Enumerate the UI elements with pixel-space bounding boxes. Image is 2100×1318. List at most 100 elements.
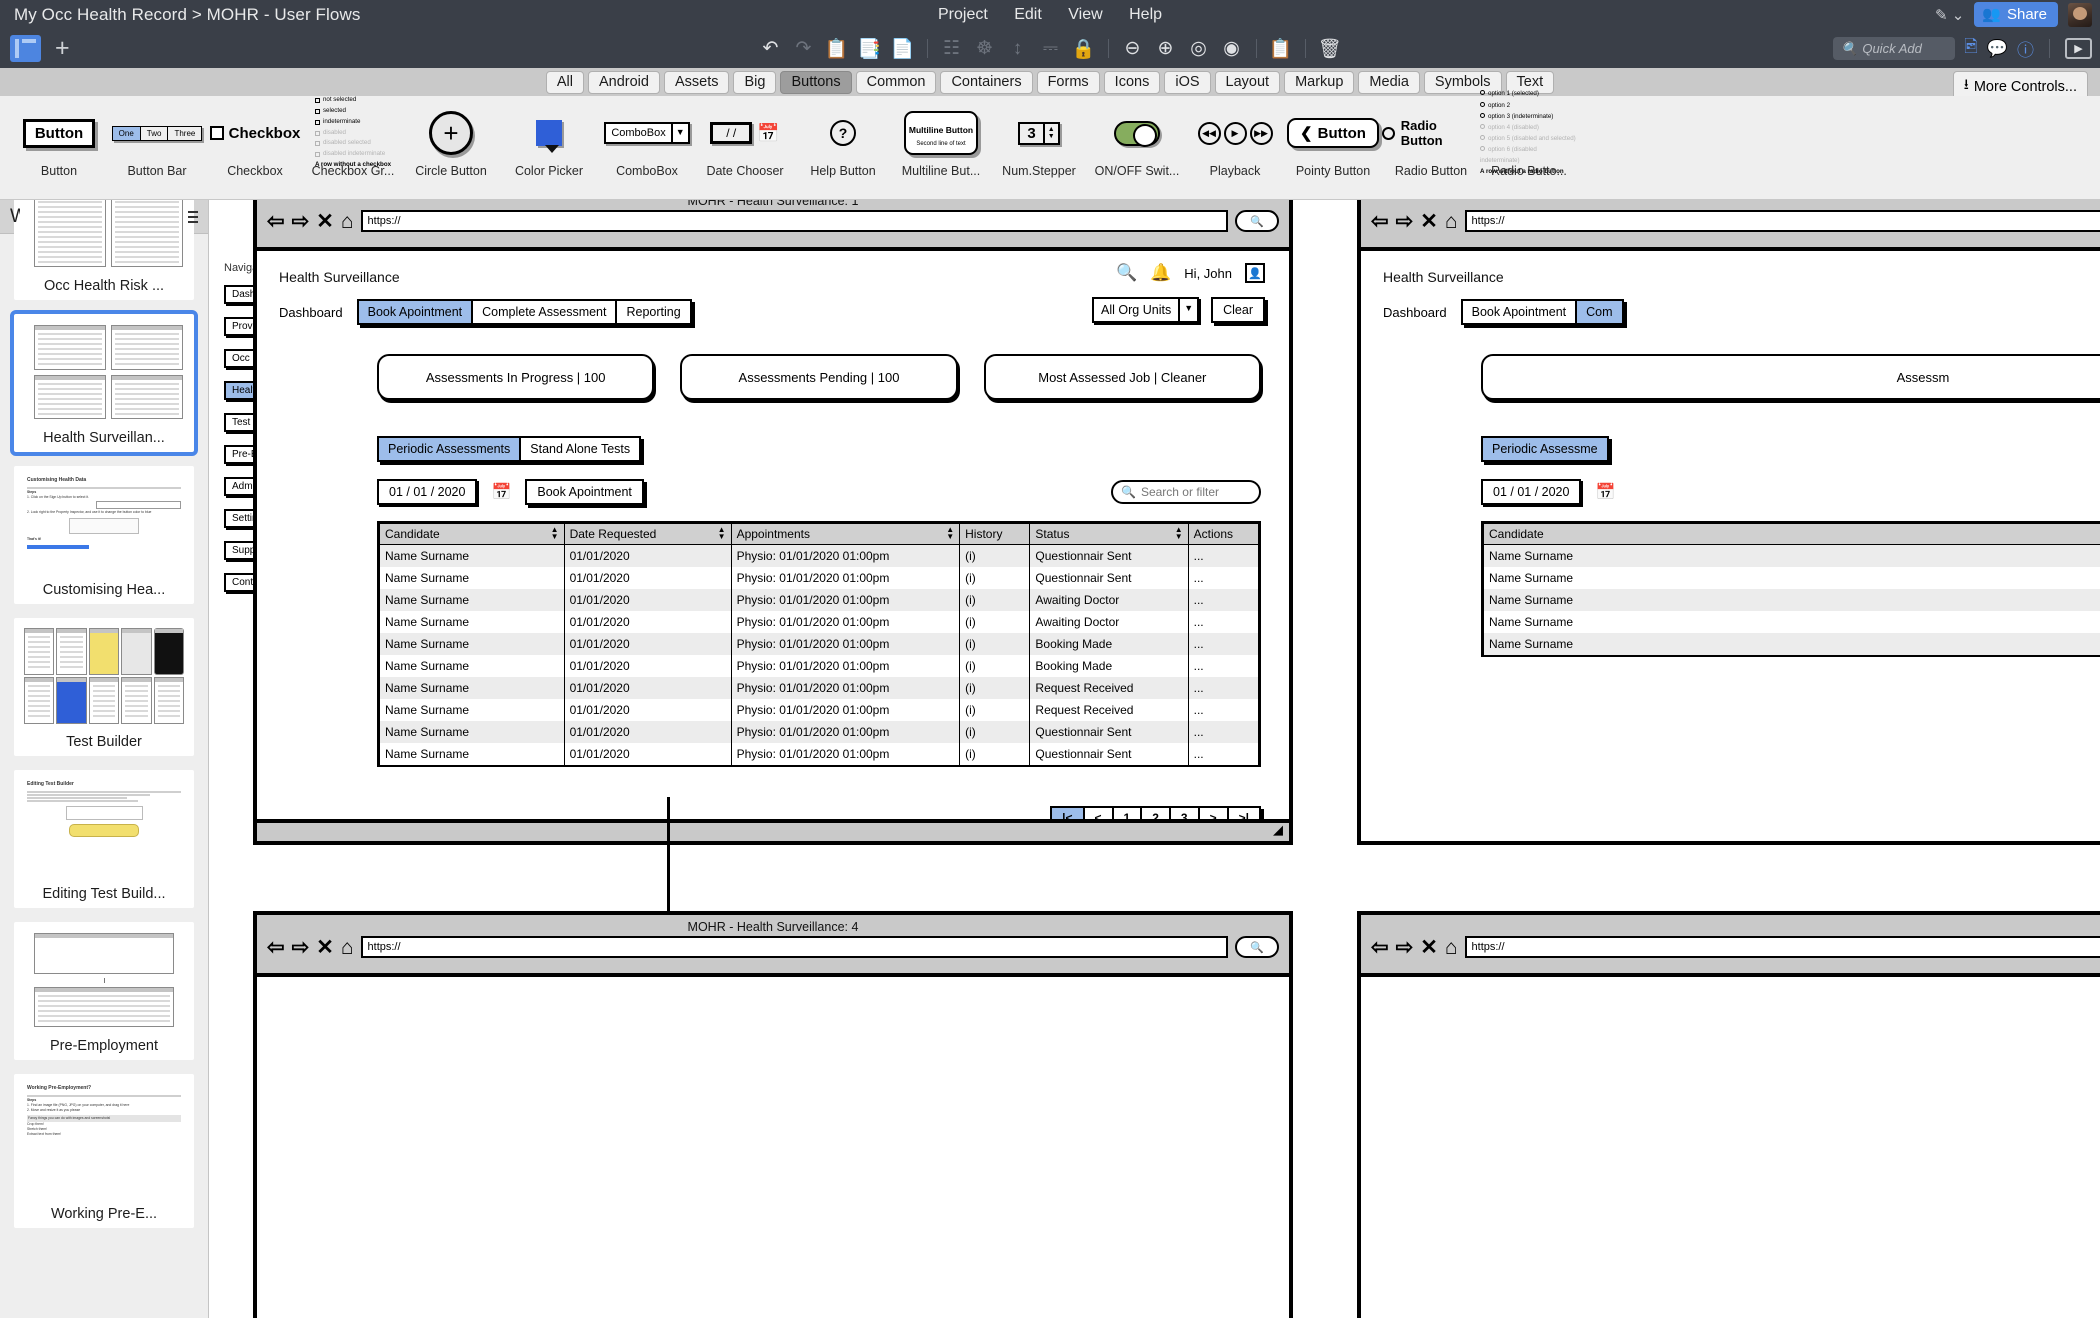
org-unit-select[interactable]: All Org Units ▼ xyxy=(1092,297,1200,323)
table-row[interactable]: Name Surname 01/01/2020 Physio: 01/01/2020… xyxy=(379,589,1260,611)
cell-history[interactable]: (i) xyxy=(959,677,1031,699)
cell-actions[interactable]: ... xyxy=(1187,633,1260,655)
table-row[interactable]: Name Surname 01/01/2020 Physio: 01/01/2020… xyxy=(379,721,1260,743)
table-row[interactable]: Name Surname 01/01/2020 Physio: 01/01/2020… xyxy=(379,567,1260,589)
design-canvas[interactable]: Navigation Dashboard Provider Management… xyxy=(209,200,2100,1318)
tab-reporting[interactable]: Reporting xyxy=(617,301,689,323)
menu-help[interactable]: Help xyxy=(1129,6,1162,23)
cat-tab-android[interactable]: Android xyxy=(587,70,660,94)
palette-item-radio-button[interactable]: Radio Button Radio Button xyxy=(1382,96,1480,196)
table-row[interactable]: Name Surname xyxy=(1483,544,2100,567)
group-icon[interactable]: ☷ xyxy=(937,34,967,64)
col-date-requested[interactable]: Date Requested ▲ ▼ xyxy=(563,523,732,545)
close-icon[interactable]: ✕ xyxy=(1420,937,1438,958)
appointments-table[interactable]: Candidate Name Surname Name Surname Name… xyxy=(1481,521,2100,657)
cell-actions[interactable]: ... xyxy=(1187,743,1260,765)
col-history[interactable]: History xyxy=(959,523,1031,545)
stat-card-most-assessed[interactable]: Most Assessed Job | Cleaner xyxy=(983,354,1261,400)
forward-icon[interactable]: ⇨ xyxy=(1396,211,1414,232)
col-candidate[interactable]: Candidate ▲ ▼ xyxy=(379,523,565,545)
browser-search-icon[interactable]: 🔍 xyxy=(1235,210,1279,232)
url-input[interactable]: https:// xyxy=(1464,210,2100,232)
palette-item-button[interactable]: Button Button xyxy=(10,96,108,196)
project-tab-icon[interactable] xyxy=(10,35,41,62)
close-icon[interactable]: ✕ xyxy=(316,211,334,232)
search-icon[interactable]: 🔍 xyxy=(1116,263,1137,283)
palette-item-date-chooser[interactable]: / / 📅 Date Chooser xyxy=(696,96,794,196)
palette-item-button-bar[interactable]: One Two Three Button Bar xyxy=(108,96,206,196)
cat-tab-all[interactable]: All xyxy=(545,70,584,94)
stat-card-in-progress[interactable]: Assessm xyxy=(1481,354,2100,400)
list-item[interactable]: Health Surveillan... xyxy=(10,310,198,456)
url-input[interactable]: https:// xyxy=(360,210,1228,232)
subtab-periodic-assessments[interactable]: Periodic Assessments xyxy=(379,438,522,460)
cell-history[interactable]: (i) xyxy=(959,611,1031,633)
sticker-icon[interactable]: 🖻 xyxy=(1964,34,1978,63)
browser-search-icon[interactable]: 🔍 xyxy=(1235,936,1279,958)
avatar[interactable] xyxy=(2068,2,2092,27)
palette-item-checkbox-group[interactable]: not selected selected indeterminate disa… xyxy=(304,96,402,196)
user-icon[interactable]: 👤 xyxy=(1245,263,1265,283)
date-input[interactable]: 01 / 01 / 2020 xyxy=(1481,479,1582,505)
wireframe-window-main[interactable]: MOHR - Health Surveillance: 1 ⇦ ⇨ ✕ ⌂ ht… xyxy=(253,200,1293,845)
duplicate-icon[interactable]: 📑 xyxy=(855,34,885,64)
resize-grip[interactable]: ◢ xyxy=(1273,822,1283,838)
cell-actions[interactable]: ... xyxy=(1187,699,1260,721)
palette-item-help-button[interactable]: ? Help Button xyxy=(794,96,892,196)
close-icon[interactable]: ✕ xyxy=(1420,211,1438,232)
list-item[interactable]: Test Builder xyxy=(14,618,194,756)
table-row[interactable]: Name Surname xyxy=(1483,611,2100,633)
cat-tab-layout[interactable]: Layout xyxy=(1214,70,1281,94)
clipboard-x-icon[interactable]: 📋 xyxy=(1266,34,1296,64)
cell-actions[interactable]: ... xyxy=(1187,611,1260,633)
table-row[interactable]: Name Surname xyxy=(1483,633,2100,655)
cat-tab-markup[interactable]: Markup xyxy=(1284,70,1355,94)
list-item[interactable]: Working Pre-Employment? Steps 1. Find an… xyxy=(14,1074,194,1228)
palette-item-color-picker[interactable]: Color Picker xyxy=(500,96,598,196)
nav-label-dashboard[interactable]: Dashboard xyxy=(279,305,343,320)
palette-item-playback[interactable]: ◀◀ ▶ ▶▶ Playback xyxy=(1186,96,1284,196)
redo-icon[interactable]: ↷ xyxy=(789,34,819,64)
cat-tab-assets[interactable]: Assets xyxy=(663,70,730,94)
col-status[interactable]: Status ▲ ▼ xyxy=(1029,523,1189,545)
align-bottom-icon[interactable]: ⎓ xyxy=(1036,34,1066,64)
cell-actions[interactable]: ... xyxy=(1187,721,1260,743)
undo-icon[interactable]: ↶ xyxy=(756,34,786,64)
tab-book-apointment[interactable]: Book Apointment xyxy=(358,301,474,323)
copy-icon[interactable]: 📋 xyxy=(822,34,852,64)
palette-item-num-stepper[interactable]: 3 ▲ ▼ Num.Stepper xyxy=(990,96,1088,196)
calendar-icon[interactable]: 📅 xyxy=(1595,482,1615,502)
comment-icon[interactable]: 💬 xyxy=(1987,39,2008,59)
share-button[interactable]: 👥 Share xyxy=(1974,2,2058,27)
cell-history[interactable]: (i) xyxy=(959,699,1031,721)
table-row[interactable]: Name Surname xyxy=(1483,589,2100,611)
col-actions[interactable]: Actions xyxy=(1187,523,1260,545)
list-item[interactable]: Pre-Employment xyxy=(14,922,194,1060)
cell-actions[interactable]: ... xyxy=(1187,655,1260,677)
cat-tab-common[interactable]: Common xyxy=(855,70,937,94)
back-icon[interactable]: ⇦ xyxy=(267,211,285,232)
cell-history[interactable]: (i) xyxy=(959,655,1031,677)
stat-card-in-progress[interactable]: Assessments In Progress | 100 xyxy=(377,354,655,400)
home-icon[interactable]: ⌂ xyxy=(1445,211,1458,232)
cat-tab-containers[interactable]: Containers xyxy=(940,70,1033,94)
list-item[interactable]: Editing Test Builder Editing Test Build.… xyxy=(14,770,194,908)
menu-view[interactable]: View xyxy=(1068,6,1102,23)
palette-item-onoff-switch[interactable]: ON/OFF Swit... xyxy=(1088,96,1186,196)
palette-item-multiline-button[interactable]: Multiline Button Second line of text Mul… xyxy=(892,96,990,196)
back-icon[interactable]: ⇦ xyxy=(1371,937,1389,958)
calendar-icon[interactable]: 📅 xyxy=(491,482,511,502)
book-appointment-button[interactable]: Book Apointment xyxy=(525,479,644,505)
url-input[interactable]: https:// xyxy=(360,936,1228,958)
zoom-fit-icon[interactable]: ◉ xyxy=(1217,34,1247,64)
table-row[interactable]: Name Surname 01/01/2020 Physio: 01/01/2020… xyxy=(379,633,1260,655)
menu-project[interactable]: Project xyxy=(938,6,988,23)
table-row[interactable]: Name Surname 01/01/2020 Physio: 01/01/2020… xyxy=(379,699,1260,721)
lock-icon[interactable]: 🔒 xyxy=(1069,34,1099,64)
tab-book-apointment[interactable]: Book Apointment xyxy=(1463,301,1578,323)
table-row[interactable]: Name Surname xyxy=(1483,567,2100,589)
palette-item-circle-button[interactable]: + Circle Button xyxy=(402,96,500,196)
cell-history[interactable]: (i) xyxy=(959,567,1031,589)
home-icon[interactable]: ⌂ xyxy=(341,211,354,232)
cat-tab-big[interactable]: Big xyxy=(733,70,777,94)
